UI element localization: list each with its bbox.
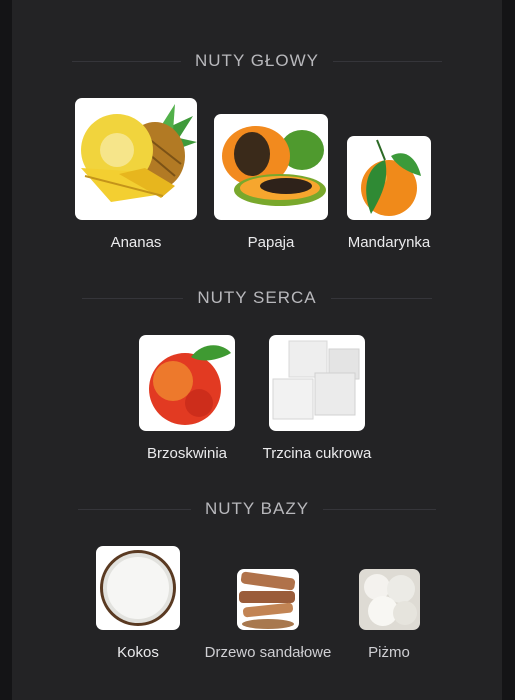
section-header-heart-notes: NUTY SERCA [12,283,502,313]
note-label: Mandarynka [347,234,431,251]
note-label: Ananas [110,234,162,251]
section-title: NUTY SERCA [183,288,331,308]
note-musk[interactable]: Piżmo [358,569,420,661]
note-sugar-cane[interactable]: Trzcina cukrowa [253,335,381,462]
section-header-base-notes: NUTY BAZY [12,494,502,524]
section-title: NUTY GŁOWY [181,51,333,71]
section-title: NUTY BAZY [190,499,324,519]
note-tangerine[interactable]: Mandarynka [347,136,431,251]
tangerine-icon [347,136,431,220]
note-label: Trzcina cukrowa [262,445,372,462]
note-label: Papaja [247,234,295,251]
pineapple-icon [75,98,197,220]
note-label: Piżmo [368,644,410,661]
coconut-icon [96,546,180,630]
note-pineapple[interactable]: Ananas [75,98,197,251]
note-coconut[interactable]: Kokos [96,546,180,661]
note-label: Kokos [117,644,159,661]
papaya-icon [214,114,328,220]
note-peach[interactable]: Brzoskwinia [139,335,235,462]
note-papaya[interactable]: Papaja [214,114,328,251]
section-header-top-notes: NUTY GŁOWY [12,46,502,76]
fragrance-notes-panel: NUTY GŁOWY Ananas Papaja Mandarynka NUTY… [12,0,502,700]
note-label: Brzoskwinia [146,445,228,462]
sandalwood-icon [237,569,299,630]
sugar-cubes-icon [269,335,365,431]
musk-icon [358,569,420,630]
note-label: Drzewo sandałowe [204,644,332,661]
peach-icon [139,335,235,431]
note-sandalwood[interactable]: Drzewo sandałowe [198,569,338,661]
